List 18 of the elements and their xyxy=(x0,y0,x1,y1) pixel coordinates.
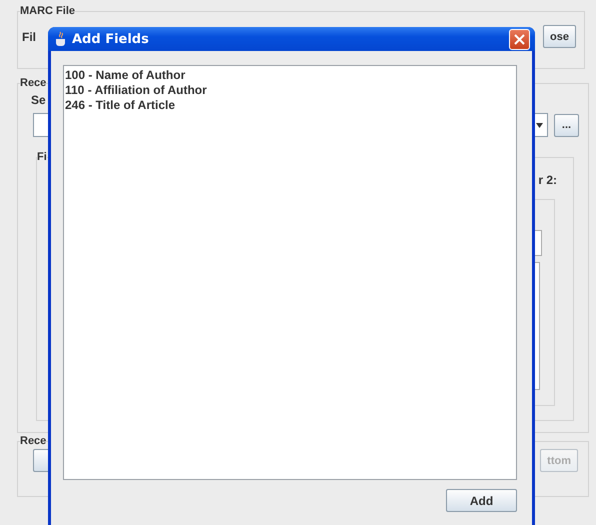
list-item[interactable]: 246 - Title of Article xyxy=(65,98,516,113)
coffee-cup-icon xyxy=(55,31,67,47)
indicator-label: r 2: xyxy=(538,173,557,187)
select-label: Se xyxy=(31,93,46,107)
close-icon xyxy=(514,34,525,44)
add-button[interactable]: Add xyxy=(446,489,517,512)
group-title: MARC File xyxy=(20,5,75,17)
choose-button[interactable]: ose xyxy=(543,25,576,48)
browse-button[interactable]: ... xyxy=(554,114,579,136)
list-item[interactable]: 100 - Name of Author xyxy=(65,68,516,83)
list-item[interactable]: 110 - Affiliation of Author xyxy=(65,83,516,98)
group-title: Rece xyxy=(20,435,46,447)
dropdown-arrow-icon xyxy=(536,122,543,128)
window-title: Add Fields xyxy=(72,32,149,46)
group-title: Rece xyxy=(20,77,46,89)
close-button[interactable] xyxy=(509,28,530,50)
group-title: Fi xyxy=(37,151,47,163)
file-label: Fil xyxy=(22,30,36,44)
